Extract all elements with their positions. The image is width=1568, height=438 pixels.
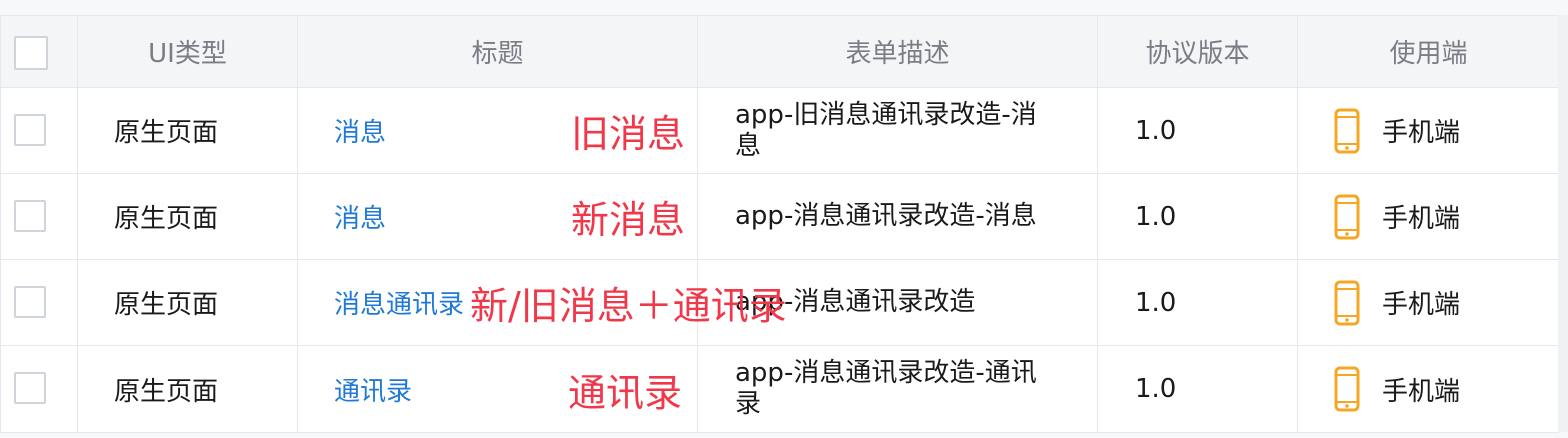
row-checkbox[interactable] xyxy=(14,286,46,318)
desc-text: app-消息通讯录改造-通讯录 xyxy=(735,358,1037,419)
mobile-phone-icon xyxy=(1334,108,1360,153)
annotation-label: 新/旧消息＋通讯录 xyxy=(470,284,787,328)
endpoint-cell: 手机端 xyxy=(1298,88,1559,173)
table-row[interactable]: 原生页面 消息 新消息 app-消息通讯录改造-消息 1.0 手机端 xyxy=(1,174,1559,260)
header-check-cell xyxy=(1,16,78,87)
page: UI类型 标题 表单描述 协议版本 使用端 原生页面 消息 旧消息 app-旧消… xyxy=(0,0,1568,438)
endpoint-text: 手机端 xyxy=(1382,290,1461,320)
form-table: UI类型 标题 表单描述 协议版本 使用端 原生页面 消息 旧消息 app-旧消… xyxy=(0,15,1559,433)
ui-type-cell: 原生页面 xyxy=(78,346,298,432)
title-cell: 消息 新消息 xyxy=(298,174,698,259)
row-check-cell xyxy=(1,260,78,345)
ui-type-cell: 原生页面 xyxy=(78,88,298,173)
header-title[interactable]: 标题 xyxy=(298,16,698,87)
title-link[interactable]: 通讯录 xyxy=(334,346,412,432)
header-title-label: 标题 xyxy=(471,39,524,69)
row-checkbox[interactable] xyxy=(14,372,46,404)
header-desc[interactable]: 表单描述 xyxy=(698,16,1098,87)
mobile-phone-icon xyxy=(1334,280,1360,325)
table-row[interactable]: 原生页面 消息通讯录 新/旧消息＋通讯录 app-消息通讯录改造 1.0 手机端 xyxy=(1,260,1559,346)
header-version-label: 协议版本 xyxy=(1145,39,1250,69)
ui-type-text: 原生页面 xyxy=(114,376,219,407)
version-text: 1.0 xyxy=(1135,115,1177,146)
endpoint-cell: 手机端 xyxy=(1298,260,1559,345)
desc-cell: app-旧消息通讯录改造-消息 xyxy=(698,88,1098,173)
header-ui-type-label: UI类型 xyxy=(148,39,227,69)
endpoint-text: 手机端 xyxy=(1382,204,1461,234)
version-cell: 1.0 xyxy=(1098,346,1298,432)
row-check-cell xyxy=(1,88,78,173)
title-link[interactable]: 消息 xyxy=(334,88,386,173)
ui-type-text: 原生页面 xyxy=(114,118,219,148)
header-endpoint[interactable]: 使用端 xyxy=(1298,16,1559,87)
row-check-cell xyxy=(1,346,78,432)
title-cell: 消息 旧消息 xyxy=(298,88,698,173)
ui-type-text: 原生页面 xyxy=(114,290,219,320)
vertical-scrollbar[interactable] xyxy=(1558,15,1568,432)
desc-cell: app-消息通讯录改造-通讯录 xyxy=(698,346,1098,432)
table-header: UI类型 标题 表单描述 协议版本 使用端 xyxy=(1,16,1559,88)
header-version[interactable]: 协议版本 xyxy=(1098,16,1298,87)
version-cell: 1.0 xyxy=(1098,88,1298,173)
title-link[interactable]: 消息通讯录 xyxy=(334,260,464,345)
annotation-label: 通讯录 xyxy=(568,370,683,415)
title-link[interactable]: 消息 xyxy=(334,174,386,259)
endpoint-cell: 手机端 xyxy=(1298,346,1559,432)
desc-text: app-旧消息通讯录改造-消息 xyxy=(735,99,1037,161)
row-check-cell xyxy=(1,174,78,259)
version-text: 1.0 xyxy=(1135,374,1177,404)
ui-type-cell: 原生页面 xyxy=(78,260,298,345)
select-all-checkbox[interactable] xyxy=(14,36,48,70)
desc-cell: app-消息通讯录改造-消息 xyxy=(698,174,1098,259)
row-checkbox[interactable] xyxy=(14,200,46,232)
table-row[interactable]: 原生页面 消息 旧消息 app-旧消息通讯录改造-消息 1.0 手机端 xyxy=(1,88,1559,174)
version-text: 1.0 xyxy=(1135,201,1177,232)
endpoint-text: 手机端 xyxy=(1382,376,1461,407)
header-ui-type[interactable]: UI类型 xyxy=(78,16,298,87)
title-cell: 消息通讯录 新/旧消息＋通讯录 xyxy=(298,260,787,345)
version-cell: 1.0 xyxy=(1098,174,1298,259)
ui-type-cell: 原生页面 xyxy=(78,174,298,259)
mobile-phone-icon xyxy=(1334,366,1360,412)
ui-type-text: 原生页面 xyxy=(114,204,219,234)
mobile-phone-icon xyxy=(1334,194,1360,239)
desc-text: app-消息通讯录改造-消息 xyxy=(735,201,1037,231)
row-checkbox[interactable] xyxy=(14,114,46,146)
annotation-label: 新消息 xyxy=(571,198,686,242)
endpoint-cell: 手机端 xyxy=(1298,174,1559,259)
table-row[interactable]: 原生页面 通讯录 通讯录 app-消息通讯录改造-通讯录 1.0 手机端 xyxy=(1,346,1559,433)
header-desc-label: 表单描述 xyxy=(845,39,950,69)
title-cell: 通讯录 通讯录 xyxy=(298,346,698,432)
version-cell: 1.0 xyxy=(1098,260,1298,345)
version-text: 1.0 xyxy=(1135,287,1177,318)
annotation-label: 旧消息 xyxy=(571,112,686,156)
endpoint-text: 手机端 xyxy=(1382,118,1461,148)
header-endpoint-label: 使用端 xyxy=(1389,39,1468,69)
